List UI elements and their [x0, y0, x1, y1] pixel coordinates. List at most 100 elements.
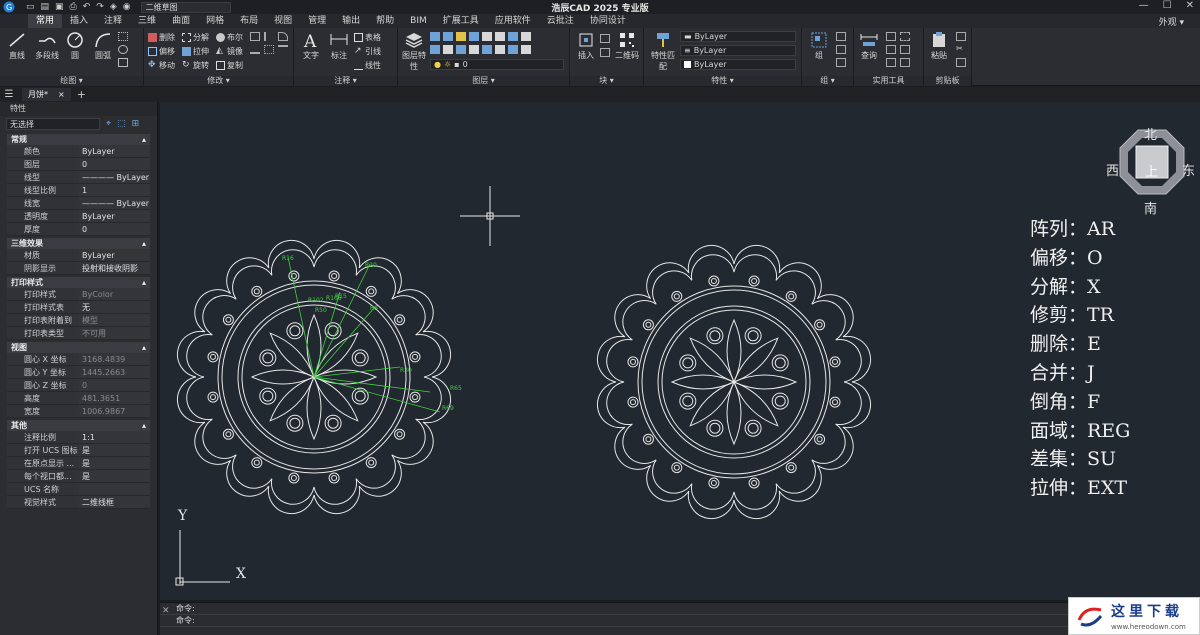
selection-dropdown[interactable]: 无选择 — [6, 118, 100, 130]
menu-3d[interactable]: 三维 — [130, 14, 164, 28]
property-value[interactable]: 投射和接收阴影 — [79, 262, 150, 274]
collapse-icon[interactable]: ▴ — [142, 238, 146, 249]
property-row[interactable]: 颜色 ByLayer — [7, 145, 150, 158]
extend-icon[interactable] — [250, 45, 260, 54]
viewcube-east[interactable]: 东 — [1182, 160, 1195, 179]
menu-manage[interactable]: 管理 — [300, 14, 334, 28]
section-header[interactable]: 常规 ▴ — [7, 134, 150, 145]
save-icon[interactable]: ▣ — [55, 2, 64, 12]
ellipse-icon[interactable] — [118, 45, 128, 54]
property-value[interactable]: ByColor — [79, 288, 150, 300]
menu-apps[interactable]: 应用软件 — [487, 14, 539, 28]
property-value[interactable]: ByLayer — [79, 210, 150, 222]
menu-output[interactable]: 输出 — [334, 14, 368, 28]
point-icon[interactable] — [886, 45, 896, 54]
layer-tool-6-icon[interactable] — [495, 32, 505, 41]
offset-button[interactable]: 偏移 — [148, 45, 175, 57]
new-tab-icon[interactable]: + — [77, 88, 86, 101]
layer-properties-button[interactable]: 图层特性 — [400, 31, 428, 72]
property-row[interactable]: 圆心 Z 坐标 0 — [7, 379, 150, 392]
viewcube-north[interactable]: 北 — [1144, 124, 1157, 143]
copy-base-icon[interactable] — [956, 58, 966, 67]
property-row[interactable]: 图层 0 — [7, 158, 150, 171]
redo-icon[interactable]: ↷ — [96, 2, 104, 12]
layer-tool-1-icon[interactable] — [430, 32, 440, 41]
erase-button[interactable]: 删除 — [148, 31, 175, 43]
close-icon[interactable]: ✕ — [1186, 0, 1194, 11]
ungroup-icon[interactable] — [836, 32, 846, 41]
close-tab-icon[interactable]: × — [58, 88, 65, 101]
property-value[interactable]: 1:1 — [79, 431, 150, 443]
property-value[interactable]: 3168.4839 — [79, 353, 150, 365]
calc-icon[interactable] — [886, 32, 896, 41]
property-row[interactable]: 材质 ByLayer — [7, 249, 150, 262]
paste-button[interactable]: 粘贴 — [926, 31, 952, 61]
arc-button[interactable]: 圆弧 — [90, 31, 116, 61]
list-icon[interactable] — [900, 58, 910, 67]
appearance-menu[interactable]: 外观 ▾ — [1159, 15, 1184, 28]
menu-mesh[interactable]: 网格 — [198, 14, 232, 28]
print-icon[interactable]: ⎙ — [70, 2, 77, 12]
viewcube-south[interactable]: 南 — [1144, 198, 1157, 217]
viewcube-top-face[interactable]: 上 — [1145, 161, 1158, 180]
property-row[interactable]: 在原点显示 ... 是 — [7, 457, 150, 470]
minimize-icon[interactable]: — — [1139, 0, 1149, 11]
property-row[interactable]: 宽度 1006.9867 — [7, 405, 150, 418]
layer-tool-4-icon[interactable] — [469, 32, 479, 41]
menu-collab[interactable]: 协同设计 — [582, 14, 634, 28]
hatch-icon[interactable] — [118, 32, 128, 41]
match-properties-button[interactable]: 特性匹配 — [648, 31, 678, 72]
property-row[interactable]: 每个视口都... 是 — [7, 470, 150, 483]
property-row[interactable]: 线型 ———— ByLayer — [7, 171, 150, 184]
text-button[interactable]: A 文字 — [298, 31, 324, 61]
quick-select-icon[interactable]: ⌖ — [106, 119, 111, 129]
layer-tool-8-icon[interactable] — [521, 32, 531, 41]
menu-annotate[interactable]: 注释 — [96, 14, 130, 28]
collapse-icon[interactable]: ▴ — [142, 134, 146, 145]
property-value[interactable]: 模型 — [79, 314, 150, 326]
property-value[interactable]: 0 — [79, 223, 150, 235]
menu-view[interactable]: 视图 — [266, 14, 300, 28]
drawing-canvas[interactable]: R16 R20 R15 R8 R30 R65 R69 R106 R102 R50 北 南 西 东 … — [160, 102, 1200, 600]
property-value[interactable]: 是 — [79, 470, 150, 482]
collapse-icon[interactable]: ▴ — [142, 342, 146, 353]
layer-tool-9-icon[interactable] — [430, 45, 440, 54]
layer-tool-10-icon[interactable] — [443, 45, 453, 54]
layer-tool-12-icon[interactable] — [469, 45, 479, 54]
property-row[interactable]: 打印样式 ByColor — [7, 288, 150, 301]
menu-insert[interactable]: 插入 — [62, 14, 96, 28]
cube-icon[interactable]: ◈ — [110, 2, 117, 12]
new-file-icon[interactable]: ▭ — [26, 2, 35, 12]
table-button[interactable]: 表格 — [354, 31, 381, 43]
property-row[interactable]: 厚度 0 — [7, 223, 150, 236]
menu-help[interactable]: 帮助 — [368, 14, 402, 28]
menu-surface[interactable]: 曲面 — [164, 14, 198, 28]
property-value[interactable]: 1445.2663 — [79, 366, 150, 378]
array-icon[interactable] — [250, 32, 260, 41]
layer-tool-16-icon[interactable] — [521, 45, 531, 54]
fillet-icon[interactable] — [278, 32, 288, 41]
command-input[interactable]: 命令: — [160, 615, 1200, 627]
select-objects-icon[interactable]: ⬚ — [117, 119, 126, 129]
property-row[interactable]: 打印表附着到 模型 — [7, 314, 150, 327]
layer-tool-2-icon[interactable] — [443, 32, 453, 41]
select-all-icon[interactable] — [900, 32, 910, 41]
pickadd-icon[interactable]: ⊞ — [132, 119, 140, 129]
undo-icon[interactable]: ↶ — [83, 2, 91, 12]
property-row[interactable]: 圆心 X 坐标 3168.4839 — [7, 353, 150, 366]
circle-button[interactable]: 圆 — [62, 31, 88, 61]
move-button[interactable]: ✥ 移动 — [148, 59, 175, 71]
property-value[interactable]: ByLayer — [79, 249, 150, 261]
property-value[interactable]: 是 — [79, 444, 150, 456]
property-value[interactable]: 是 — [79, 457, 150, 469]
copy-clip-icon[interactable] — [956, 32, 966, 41]
lineweight-dropdown[interactable]: ≡ ByLayer — [680, 45, 796, 56]
section-header[interactable]: 打印样式 ▴ — [7, 277, 150, 288]
section-header[interactable]: 三维效果 ▴ — [7, 238, 150, 249]
layer-dropdown[interactable]: ● ☼ ▪ 0 — [430, 59, 564, 70]
layer-tool-13-icon[interactable] — [482, 45, 492, 54]
property-value[interactable]: 二维线框 — [79, 496, 150, 508]
property-value[interactable]: 0 — [79, 379, 150, 391]
layer-tool-15-icon[interactable] — [508, 45, 518, 54]
property-row[interactable]: 打印表类型 不可用 — [7, 327, 150, 340]
